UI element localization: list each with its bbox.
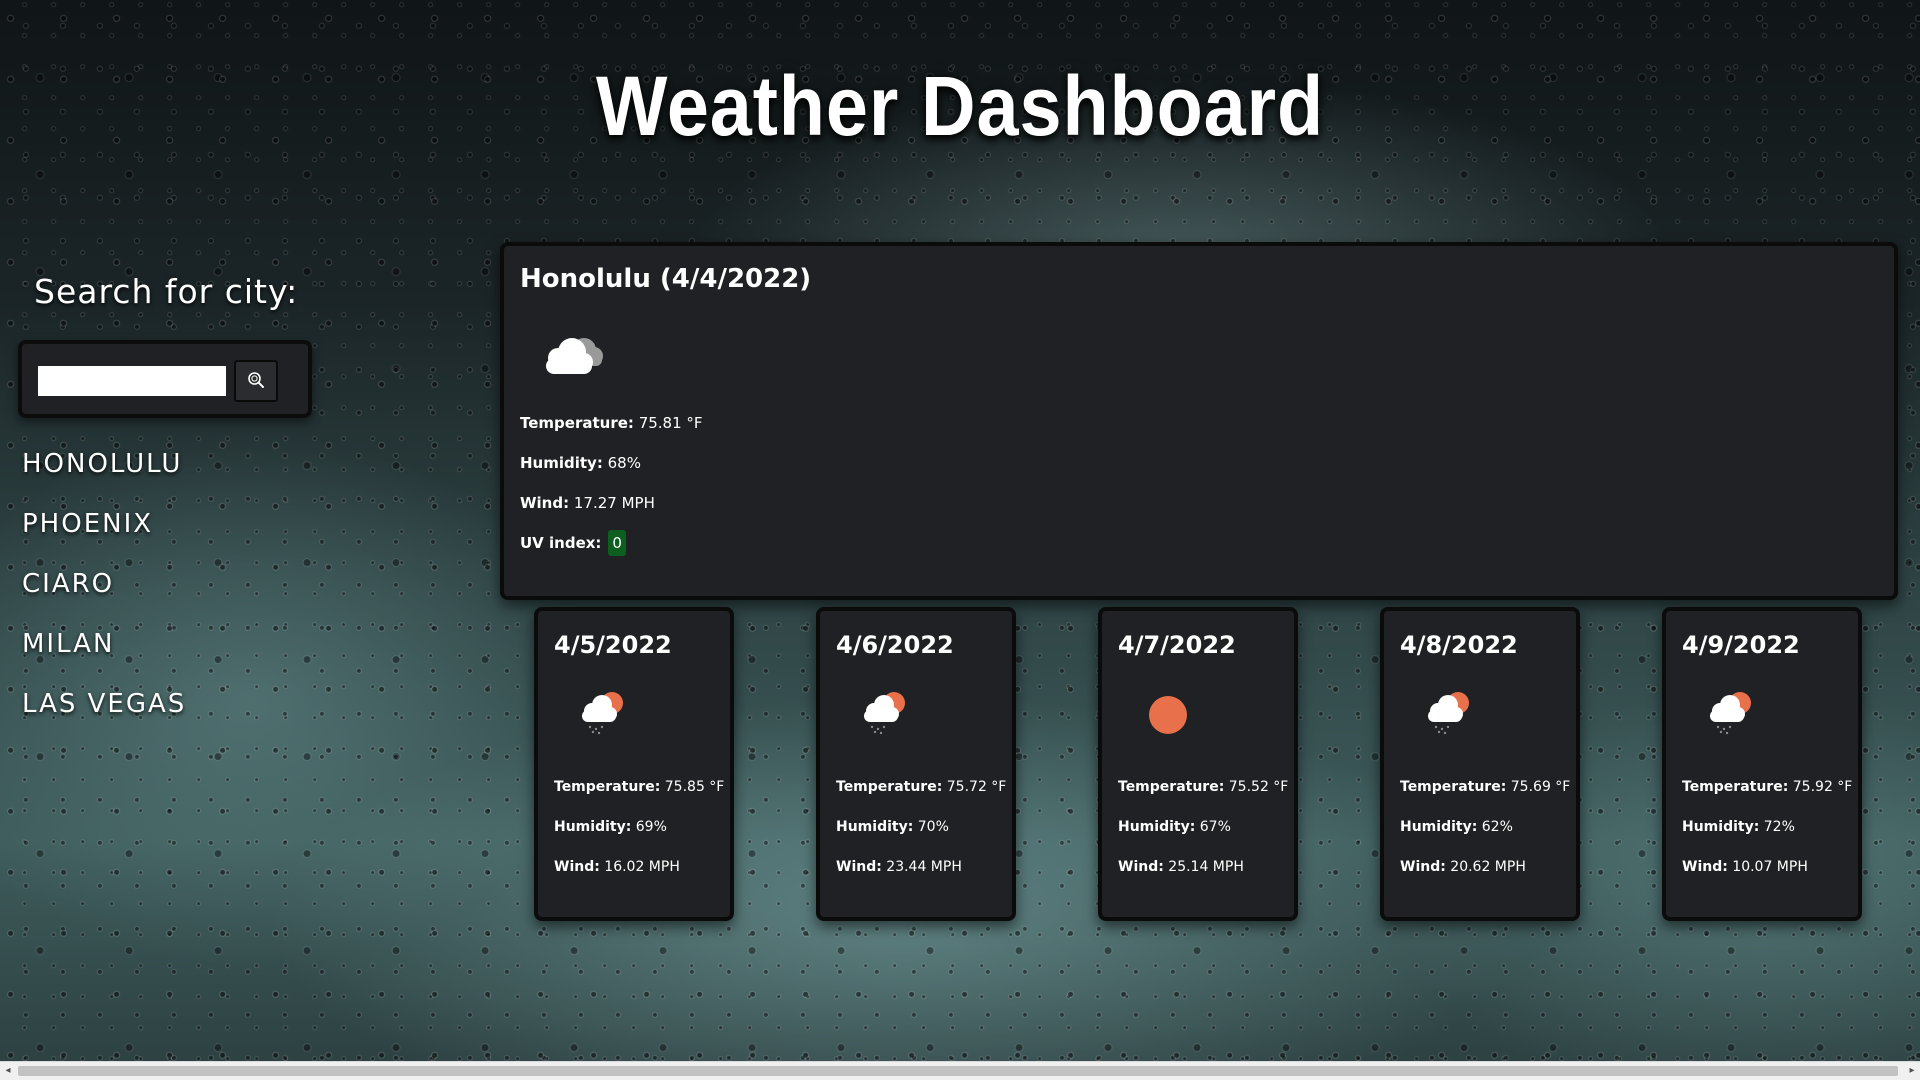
search-icon: [247, 371, 265, 392]
forecast-date: 4/8/2022: [1400, 631, 1518, 659]
forecast-humidity: Humidity: 70%: [836, 819, 949, 835]
scroll-left-arrow-icon[interactable]: ◂: [0, 1062, 16, 1080]
search-button[interactable]: [234, 360, 278, 402]
current-temperature-value: 75.81 °F: [638, 414, 703, 432]
current-temperature: Temperature: 75.81 °F: [520, 414, 703, 432]
history-city-las-vegas[interactable]: LAS VEGAS: [22, 686, 186, 746]
forecast-wind: Wind: 20.62 MPH: [1400, 859, 1526, 875]
forecast-card: 4/8/2022 Temperature: 75.69 °F Humidity:…: [1380, 607, 1580, 921]
forecast-wind: Wind: 10.07 MPH: [1682, 859, 1808, 875]
forecast-humidity: Humidity: 72%: [1682, 819, 1795, 835]
forecast-card: 4/7/2022 Temperature: 75.52 °F Humidity:…: [1098, 607, 1298, 921]
cloudy-icon: [532, 328, 612, 392]
page-title: Weather Dashboard: [595, 59, 1325, 153]
forecast-temperature: Temperature: 75.92 °F: [1682, 779, 1853, 795]
forecast-card: 4/9/2022 Temperature: 75.92 °F Humidity:…: [1662, 607, 1862, 921]
forecast-wind: Wind: 25.14 MPH: [1118, 859, 1244, 875]
forecast-date: 4/7/2022: [1118, 631, 1236, 659]
uv-index-badge: 0: [608, 530, 627, 556]
search-label: Search for city:: [34, 272, 299, 311]
sun-icon: [1138, 687, 1198, 741]
city-search-input[interactable]: [38, 366, 226, 396]
sun-rain-cloud-icon: [1702, 687, 1762, 741]
forecast-humidity: Humidity: 62%: [1400, 819, 1513, 835]
current-uv-index: UV index: 0: [520, 530, 627, 556]
forecast-wind: Wind: 23.44 MPH: [836, 859, 962, 875]
search-form: [18, 340, 312, 418]
history-city-ciaro[interactable]: CIARO: [22, 566, 186, 626]
forecast-date: 4/6/2022: [836, 631, 954, 659]
scrollbar-thumb[interactable]: [18, 1066, 1898, 1076]
current-city-title: Honolulu (4/4/2022): [520, 264, 812, 294]
sun-rain-cloud-icon: [856, 687, 916, 741]
forecast-card: 4/6/2022 Temperature: 75.72 °F Humidity:…: [816, 607, 1016, 921]
current-humidity-value: 68%: [607, 454, 641, 472]
sun-rain-cloud-icon: [574, 687, 634, 741]
scroll-right-arrow-icon[interactable]: ▸: [1904, 1062, 1920, 1080]
forecast-humidity: Humidity: 67%: [1118, 819, 1231, 835]
history-city-phoenix[interactable]: PHOENIX: [22, 506, 186, 566]
forecast-wind: Wind: 16.02 MPH: [554, 859, 680, 875]
forecast-temperature: Temperature: 75.69 °F: [1400, 779, 1571, 795]
search-history-list: HONOLULU PHOENIX CIARO MILAN LAS VEGAS: [22, 446, 186, 746]
sun-rain-cloud-icon: [1420, 687, 1480, 741]
current-weather-card: Honolulu (4/4/2022) Temperature: 75.81 °…: [500, 242, 1898, 600]
forecast-temperature: Temperature: 75.72 °F: [836, 779, 1007, 795]
forecast-date: 4/9/2022: [1682, 631, 1800, 659]
current-wind: Wind: 17.27 MPH: [520, 494, 655, 512]
current-wind-value: 17.27 MPH: [573, 494, 655, 512]
horizontal-scrollbar[interactable]: ◂ ▸: [0, 1061, 1920, 1080]
history-city-honolulu[interactable]: HONOLULU: [22, 446, 186, 506]
forecast-humidity: Humidity: 69%: [554, 819, 667, 835]
forecast-card: 4/5/2022 Temperature: 75.85 °F Humidity:…: [534, 607, 734, 921]
current-humidity: Humidity: 68%: [520, 454, 641, 472]
history-city-milan[interactable]: MILAN: [22, 626, 186, 686]
forecast-temperature: Temperature: 75.85 °F: [554, 779, 725, 795]
forecast-temperature: Temperature: 75.52 °F: [1118, 779, 1289, 795]
forecast-date: 4/5/2022: [554, 631, 672, 659]
